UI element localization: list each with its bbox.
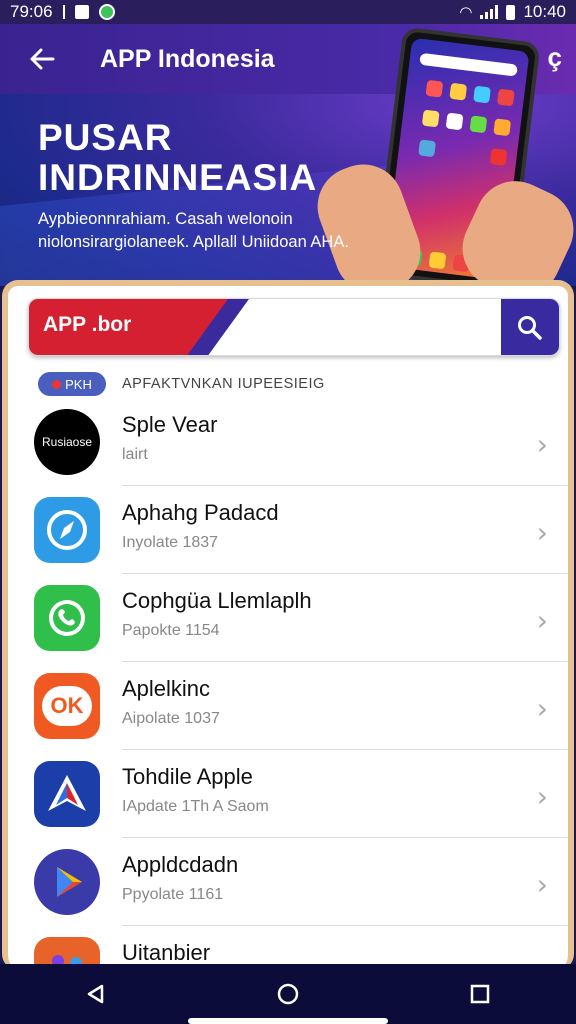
chevron-right-icon: ›: [536, 692, 548, 725]
status-bar: 79:06 ◠ 10:40: [0, 0, 576, 24]
hero-title-line: INDRINNEASIA: [38, 157, 318, 198]
section-badge: PKH: [38, 372, 106, 396]
arrow-a-icon: [34, 761, 100, 827]
chevron-right-icon: ›: [536, 604, 548, 637]
status-bar-divider: [62, 5, 65, 19]
hero-subtitle: Aypbieonnrahiam. Casah welonoin niolonsi…: [38, 208, 349, 254]
circle-home-icon: [277, 983, 299, 1005]
square-recents-icon: [470, 984, 490, 1004]
icon-text: Rusiaose: [41, 435, 93, 449]
signal-icon: [480, 5, 499, 19]
nav-recents-button[interactable]: [460, 974, 500, 1014]
app-name: Cophgüa Llemlaplh: [122, 588, 312, 613]
list-item[interactable]: OK Aplelkinc Aipolate 1037 ›: [8, 662, 568, 750]
hero-title: PUSAR INDRINNEASIA: [38, 118, 317, 198]
app-name: Aplelkinc: [122, 676, 211, 701]
app-subtitle: IApdate 1Th A Saom: [122, 798, 269, 815]
app-name: Tohdile Apple: [122, 764, 253, 789]
settings-button[interactable]: ç: [548, 42, 562, 73]
app-list: Rusiaose Sple Vear lairt › Aphahg Padacd…: [8, 398, 568, 970]
hero-banner: APP Indonesia PUSAR INDRINNEASIA Aypbieo…: [0, 24, 576, 286]
app-name: Uitanbier: [122, 940, 211, 965]
ok-icon: OK: [34, 673, 100, 739]
status-time-left: 79:06: [10, 2, 53, 21]
system-nav-bar: [0, 964, 576, 1024]
icon-text: OK: [50, 693, 84, 718]
app-subtitle: Ppyolate 1161: [122, 886, 224, 903]
status-time-right: 10:40: [523, 2, 566, 21]
app-subtitle: Inyolate 1837: [122, 534, 219, 551]
wifi-icon: ◠: [459, 4, 473, 21]
hero-title-line: PUSAR: [38, 117, 173, 158]
hero-subtitle-line: Aypbieonnrahiam. Casah welonoin: [38, 210, 293, 228]
whatsapp-notification-icon: [98, 4, 115, 20]
section-badge-label: PKH: [65, 376, 92, 392]
compass-icon: [34, 497, 100, 563]
app-subtitle: Papokte 1154: [122, 622, 220, 639]
search-icon: [518, 316, 542, 340]
app-list-card: APP .bor PKH APFAKTVNKAN IUPEESIEIG Rusi…: [2, 280, 574, 970]
chevron-right-icon: ›: [536, 868, 548, 901]
app-subtitle: lairt: [122, 446, 148, 463]
chevron-right-icon: ›: [536, 516, 548, 549]
play-icon: [34, 849, 100, 915]
list-item[interactable]: Appldcdadn Ppyolate 1161 ›: [8, 838, 568, 926]
app-name: Aphahg Padacd: [122, 500, 279, 525]
app-subtitle: Aipolate 1037: [122, 710, 220, 727]
rusiao-logo-icon: Rusiaose: [34, 409, 100, 475]
back-arrow-icon: [30, 48, 55, 70]
nav-back-button[interactable]: [76, 974, 116, 1014]
list-item[interactable]: Rusiaose Sple Vear lairt ›: [8, 398, 568, 486]
section-title: APFAKTVNKAN IUPEESIEIG: [122, 376, 325, 392]
battery-icon: [506, 4, 516, 20]
back-button[interactable]: [0, 24, 84, 94]
gesture-handle[interactable]: [188, 1018, 388, 1024]
triangle-back-icon: [87, 984, 104, 1004]
chevron-right-icon: ›: [536, 428, 548, 461]
phone-chat-icon: [34, 585, 100, 651]
list-item[interactable]: Aphahg Padacd Inyolate 1837 ›: [8, 486, 568, 574]
badge-dot-icon: [52, 379, 62, 389]
list-item[interactable]: Cophgüa Llemlaplh Papokte 1154 ›: [8, 574, 568, 662]
nav-home-button[interactable]: [268, 974, 308, 1014]
search-input[interactable]: [239, 299, 499, 355]
gallery-notification-icon: [74, 5, 89, 19]
chevron-right-icon: ›: [536, 780, 548, 813]
hero-subtitle-line: niolonsirargiolaneek. Apllall Uniidoan A…: [38, 233, 349, 251]
app-name: Appldcdadn: [122, 852, 239, 877]
search-category-label: APP .bor: [43, 313, 132, 336]
app-name: Sple Vear: [122, 412, 218, 437]
section-header: PKH APFAKTVNKAN IUPEESIEIG: [38, 372, 325, 396]
search-bar: APP .bor: [28, 298, 560, 356]
app-bar-title: APP Indonesia: [100, 44, 275, 73]
list-item[interactable]: Tohdile Apple IApdate 1Th A Saom ›: [8, 750, 568, 838]
search-button[interactable]: [501, 299, 559, 355]
